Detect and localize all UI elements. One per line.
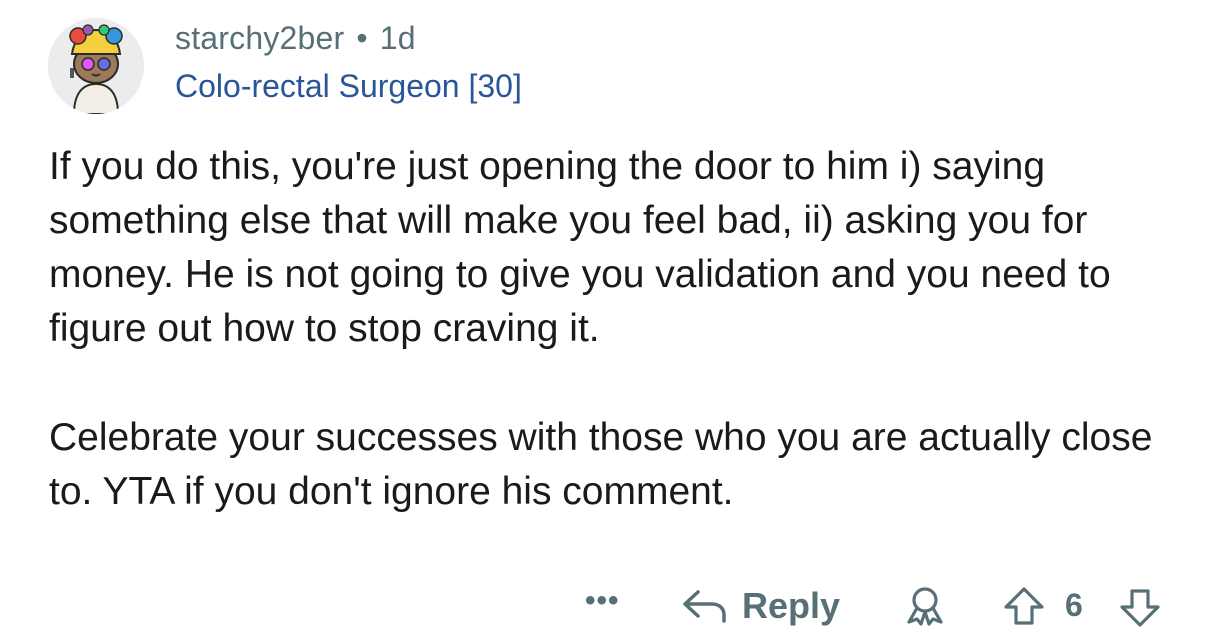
meta-separator: • — [356, 20, 368, 56]
comment-actions: ••• Reply 6 — [0, 578, 1206, 634]
downvote-arrow-icon[interactable] — [1118, 588, 1162, 628]
upvote-arrow-icon[interactable] — [1002, 586, 1046, 626]
user-flair: Colo-rectal Surgeon [30] — [175, 68, 522, 104]
username-link[interactable]: starchy2ber — [175, 20, 344, 56]
comment-body: If you do this, you're just opening the … — [49, 140, 1169, 519]
comment: starchy2ber • 1d Colo-rectal Surgeon [30] … — [0, 0, 1206, 642]
reply-arrow-icon — [683, 590, 726, 623]
comment-age[interactable]: 1d — [380, 20, 416, 56]
user-avatar[interactable] — [48, 18, 144, 114]
comment-paragraph: If you do this, you're just opening the … — [49, 145, 1111, 350]
reply-label: Reply — [742, 585, 841, 626]
vote-count: 6 — [1065, 587, 1083, 623]
comment-meta: starchy2ber • 1d — [175, 20, 416, 57]
award-icon[interactable] — [903, 586, 947, 626]
comment-paragraph: Celebrate your successes with those who … — [49, 416, 1153, 513]
reply-button[interactable]: Reply — [682, 578, 840, 634]
snoo-avatar-icon — [48, 18, 144, 114]
more-options-button[interactable]: ••• — [585, 584, 620, 618]
